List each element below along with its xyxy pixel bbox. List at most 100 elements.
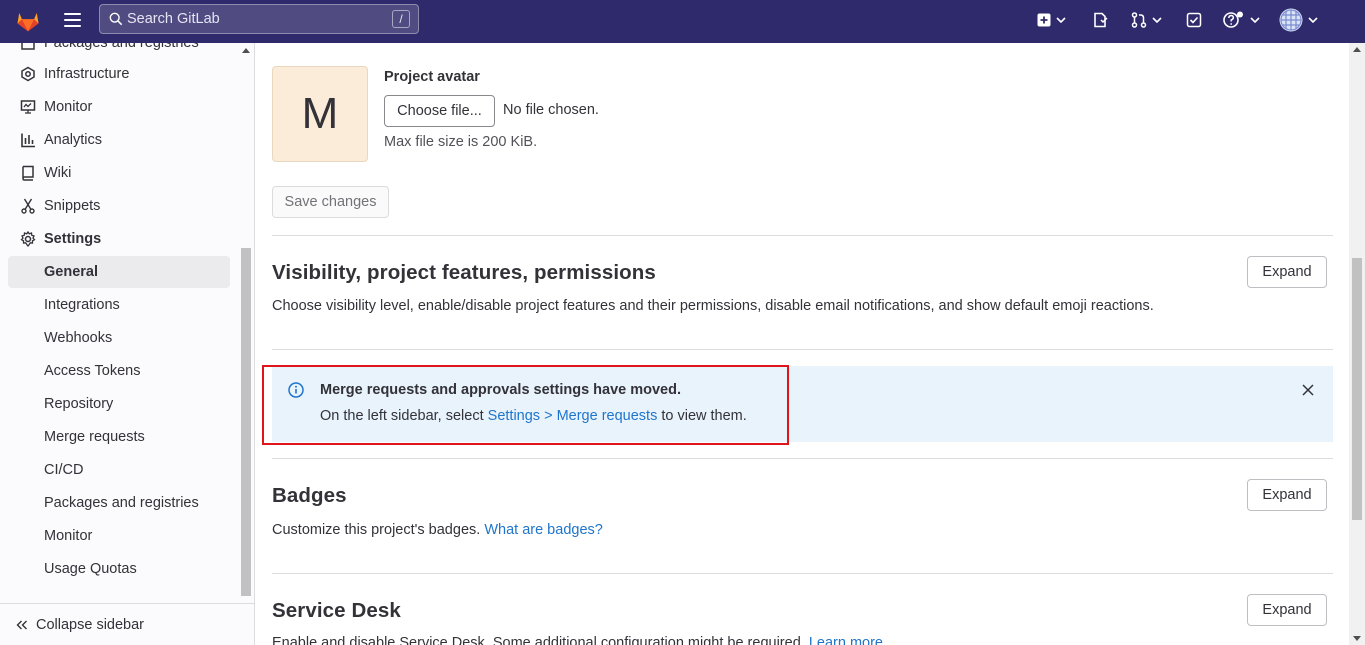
gitlab-logo[interactable] <box>14 6 42 34</box>
sidebar-item-monitor-settings[interactable]: Monitor <box>8 520 230 552</box>
avatar-section-title: Project avatar <box>384 69 480 85</box>
choose-file-button[interactable]: Choose file... <box>384 95 495 127</box>
sidebar-item-integrations[interactable]: Integrations <box>8 289 230 321</box>
help-icon <box>1223 11 1243 28</box>
monitor-icon <box>20 100 36 114</box>
double-chevron-left-icon <box>16 620 27 629</box>
sidebar-item-label: Monitor <box>44 99 93 115</box>
visibility-section-description: Choose visibility level, enable/disable … <box>272 298 1154 314</box>
sidebar-item-monitor[interactable]: Monitor <box>8 91 230 123</box>
chart-icon <box>21 133 35 148</box>
save-changes-button[interactable]: Save changes <box>272 186 389 218</box>
sidebar-item-access-tokens[interactable]: Access Tokens <box>8 355 230 387</box>
chevron-down-icon <box>1308 17 1318 23</box>
sidebar-item-general[interactable]: General <box>8 256 230 288</box>
user-avatar <box>1279 8 1303 32</box>
badges-section-title: Badges <box>272 484 347 507</box>
sidebar-item-label: Repository <box>44 396 114 412</box>
create-new-dropdown[interactable] <box>1037 11 1066 29</box>
service-desk-desc-text: Enable and disable Service Desk. Some ad… <box>272 635 805 645</box>
sidebar-item-label: Wiki <box>44 165 72 181</box>
sidebar-item-label: Packages and registries <box>44 43 199 51</box>
cloud-gear-icon <box>21 66 35 82</box>
learn-more-link[interactable]: Learn more <box>809 635 883 645</box>
collapse-sidebar-label: Collapse sidebar <box>36 616 145 633</box>
visibility-expand-button[interactable]: Expand <box>1247 256 1327 288</box>
service-desk-section-description: Enable and disable Service Desk. Some ad… <box>272 635 883 645</box>
sidebar-scrollbar-thumb[interactable] <box>241 248 251 596</box>
sidebar-item-webhooks[interactable]: Webhooks <box>8 322 230 354</box>
sidebar-item-label: Webhooks <box>44 330 113 346</box>
merge-requests-dropdown[interactable] <box>1131 11 1162 29</box>
create-new-icon <box>1037 13 1051 27</box>
settings-icon <box>20 231 36 247</box>
main-content: M Project avatar Choose file... No file … <box>256 43 1349 645</box>
sidebar-item-label: Integrations <box>44 297 120 313</box>
sidebar-item-repository[interactable]: Repository <box>8 388 230 420</box>
sidebar-item-ci-cd[interactable]: CI/CD <box>8 454 230 486</box>
merge-requests-icon <box>1131 12 1147 28</box>
close-icon[interactable] <box>1302 384 1314 396</box>
scroll-up-arrow[interactable] <box>1353 47 1361 52</box>
collapse-sidebar-button[interactable]: Collapse sidebar <box>0 603 254 645</box>
page-scrollbar[interactable] <box>1349 43 1365 645</box>
sidebar-item-merge-requests[interactable]: Merge requests <box>8 421 230 453</box>
scroll-up-arrow[interactable] <box>242 48 250 53</box>
sidebar-item-wiki[interactable]: Wiki <box>8 157 230 189</box>
sidebar-scrollbar[interactable] <box>240 43 252 598</box>
chevron-down-icon <box>1152 17 1162 23</box>
sidebar-item-usage-quotas[interactable]: Usage Quotas <box>8 553 230 585</box>
sidebar-item-label: General <box>44 264 98 280</box>
sidebar-item-label: Packages and registries <box>44 495 199 511</box>
divider <box>272 458 1333 459</box>
chevron-down-icon <box>1250 17 1260 23</box>
badges-section-description: Customize this project's badges. What ar… <box>272 522 603 538</box>
page-scrollbar-thumb[interactable] <box>1352 258 1362 520</box>
sidebar-item-infrastructure[interactable]: Infrastructure <box>8 58 230 90</box>
sidebar-item-label: Merge requests <box>44 429 145 445</box>
divider <box>272 573 1333 574</box>
sidebar-item-label: Monitor <box>44 528 93 544</box>
package-icon <box>21 43 35 50</box>
sidebar-item-settings[interactable]: Settings <box>8 223 230 255</box>
sidebar-item-label: Usage Quotas <box>44 561 137 577</box>
left-sidebar: Packages and registries Infrastructure M… <box>0 43 255 645</box>
sidebar-item-label: Analytics <box>44 132 103 148</box>
search-shortcut-key: / <box>392 10 410 28</box>
sidebar-item-label: CI/CD <box>44 462 84 478</box>
divider <box>272 349 1333 350</box>
search-box[interactable]: / <box>99 4 419 34</box>
sidebar-item-label: Infrastructure <box>44 66 130 82</box>
chevron-down-icon <box>1056 17 1066 23</box>
sidebar-item-analytics[interactable]: Analytics <box>8 124 230 156</box>
todos-button[interactable] <box>1186 11 1202 29</box>
issues-button[interactable] <box>1092 11 1108 29</box>
snippet-icon <box>21 198 35 214</box>
search-input[interactable] <box>127 11 387 27</box>
sidebar-item-label: Snippets <box>44 198 101 214</box>
sidebar-item-snippets[interactable]: Snippets <box>8 190 230 222</box>
alert-highlight-box <box>262 365 789 445</box>
what-are-badges-link[interactable]: What are badges? <box>484 522 603 538</box>
sidebar-item-packages-registries-settings[interactable]: Packages and registries <box>8 487 230 519</box>
sidebar-item-label: Access Tokens <box>44 363 141 379</box>
issues-icon <box>1094 12 1108 28</box>
sidebar-item-packages-registries[interactable]: Packages and registries <box>8 43 230 59</box>
service-desk-section-title: Service Desk <box>272 599 401 622</box>
project-avatar: M <box>272 66 368 162</box>
todo-icon <box>1186 12 1202 28</box>
user-menu-dropdown[interactable] <box>1279 8 1318 32</box>
help-dropdown[interactable] <box>1223 11 1260 29</box>
badges-expand-button[interactable]: Expand <box>1247 479 1327 511</box>
search-icon <box>109 12 123 26</box>
divider <box>272 235 1333 236</box>
scroll-down-arrow[interactable] <box>1353 636 1361 641</box>
max-file-size-text: Max file size is 200 KiB. <box>384 134 538 150</box>
visibility-section-title: Visibility, project features, permission… <box>272 261 656 284</box>
service-desk-expand-button[interactable]: Expand <box>1247 594 1327 626</box>
book-icon <box>22 165 34 181</box>
top-navbar: / <box>0 0 1365 43</box>
hamburger-icon[interactable] <box>64 13 81 27</box>
badges-desc-text: Customize this project's badges. <box>272 522 481 538</box>
file-status-text: No file chosen. <box>503 102 599 118</box>
